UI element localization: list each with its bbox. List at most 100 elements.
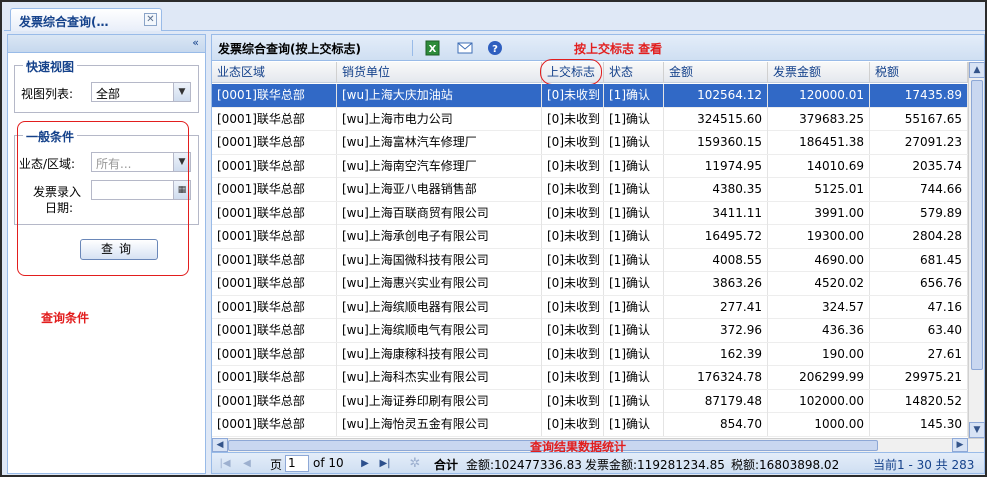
table-cell: [0001]联华总部 <box>212 84 337 107</box>
tab-label: 发票综合查询(… <box>19 15 109 29</box>
view-list-label: 视图列表: <box>21 87 74 101</box>
col-header-region[interactable]: 业态区域 <box>212 62 337 83</box>
scroll-right-icon[interactable]: ▶ <box>952 438 968 452</box>
table-cell: 87179.48 <box>664 389 768 413</box>
help-icon[interactable]: ? <box>486 39 504 57</box>
table-cell: [wu]上海国微科技有限公司 <box>337 248 542 272</box>
svg-text:?: ? <box>492 44 498 55</box>
table-row[interactable]: [0001]联华总部 [wu]上海百联商贸有限公司 [0]未收到 [1]确认 3411.… <box>212 201 968 225</box>
vertical-scroll-thumb[interactable] <box>971 80 983 370</box>
table-cell: [1]确认 <box>604 319 664 342</box>
table-cell: [0001]联华总部 <box>212 225 337 248</box>
table-cell: 1000.00 <box>768 413 870 436</box>
table-cell: 206299.99 <box>768 366 870 389</box>
total-label: 合计 <box>434 458 459 472</box>
table-row[interactable]: [0001]联华总部 [wu]上海惠兴实业有限公司 [0]未收到 [1]确认 3863.… <box>212 272 968 296</box>
table-row[interactable]: [0001]联华总部 [wu]上海富林汽车修理厂 [0]未收到 [1]确认 159360… <box>212 131 968 155</box>
table-cell: [0]未收到 <box>542 342 604 366</box>
paging-toolbar: |◀ ◀ 页 1 of 10 ▶ ▶| ✲ 合计 金额:102477336.83… <box>212 452 984 473</box>
table-cell: 277.41 <box>664 295 768 319</box>
table-cell: 63.40 <box>870 319 968 342</box>
chevron-down-icon[interactable]: ▼ <box>173 83 190 101</box>
table-cell: [1]确认 <box>604 366 664 389</box>
table-cell: 681.45 <box>870 248 968 272</box>
table-cell: [wu]上海缤顺电气有限公司 <box>337 319 542 342</box>
col-header-invoice-amount[interactable]: 发票金额 <box>768 62 870 83</box>
view-list-select[interactable]: 全部 ▼ <box>91 82 191 102</box>
horizontal-scrollbar[interactable]: ◀ ▶ 查询结果数据统计 <box>212 438 984 454</box>
view-list-value: 全部 <box>96 87 121 101</box>
table-cell: 55167.65 <box>870 107 968 131</box>
tab-invoice-query[interactable]: 发票综合查询(… ✕ <box>10 8 162 31</box>
page-label: 页 <box>270 458 283 472</box>
table-row[interactable]: [0001]联华总部 [wu]上海国微科技有限公司 [0]未收到 [1]确认 4008.… <box>212 248 968 272</box>
col-header-tax[interactable]: 税额 <box>870 62 968 83</box>
table-row[interactable]: [0001]联华总部 [wu]上海科杰实业有限公司 [0]未收到 [1]确认 17632… <box>212 366 968 390</box>
query-panel: « 快速视图 视图列表: 全部 ▼ 一般条件 业态/区域: 所有... ▼ 发票… <box>7 34 206 474</box>
col-header-seller[interactable]: 销货单位 <box>337 62 542 83</box>
collapse-button[interactable]: « <box>8 35 205 53</box>
scroll-down-icon[interactable]: ▼ <box>969 422 985 438</box>
table-cell: [0001]联华总部 <box>212 272 337 295</box>
table-row[interactable]: [0001]联华总部 [wu]上海南空汽车修理厂 [0]未收到 [1]确认 11974.… <box>212 154 968 178</box>
table-cell: 186451.38 <box>768 131 870 154</box>
table-cell: [1]确认 <box>604 413 664 436</box>
next-page-icon[interactable]: ▶ <box>358 457 372 470</box>
table-cell: 162.39 <box>664 342 768 366</box>
table-cell: [wu]上海证券印刷有限公司 <box>337 389 542 413</box>
scroll-left-icon[interactable]: ◀ <box>212 438 228 452</box>
prev-page-icon[interactable]: ◀ <box>240 457 254 470</box>
table-cell: [0]未收到 <box>542 272 604 295</box>
mail-icon[interactable] <box>456 39 474 57</box>
table-row[interactable]: [0001]联华总部 [wu]上海亚八电器销售部 [0]未收到 [1]确认 4380.3… <box>212 178 968 202</box>
scroll-up-icon[interactable]: ▲ <box>969 62 985 78</box>
table-cell: [1]确认 <box>604 84 664 107</box>
table-cell: 379683.25 <box>768 107 870 131</box>
close-icon[interactable]: ✕ <box>144 13 157 26</box>
table-row[interactable]: [0001]联华总部 [wu]上海承创电子有限公司 [0]未收到 [1]确认 16495… <box>212 225 968 249</box>
col-header-status[interactable]: 状态 <box>604 62 664 83</box>
table-cell: [0]未收到 <box>542 84 604 107</box>
table-row[interactable]: [0001]联华总部 [wu]上海证券印刷有限公司 [0]未收到 [1]确认 87179… <box>212 389 968 413</box>
table-cell: [0]未收到 <box>542 319 604 342</box>
table-cell: 4380.35 <box>664 178 768 201</box>
table-row[interactable]: [0001]联华总部 [wu]上海大庆加油站 [0]未收到 [1]确认 102564.1… <box>212 84 968 108</box>
table-cell: 14820.52 <box>870 389 968 413</box>
table-cell: 4008.55 <box>664 248 768 272</box>
table-cell: 120000.01 <box>768 84 870 107</box>
table-row[interactable]: [0001]联华总部 [wu]上海怡灵五金有限公司 [0]未收到 [1]确认 854.7… <box>212 413 968 437</box>
table-row[interactable]: [0001]联华总部 [wu]上海市电力公司 [0]未收到 [1]确认 324515.6… <box>212 107 968 131</box>
table-cell: [0]未收到 <box>542 107 604 131</box>
table-row[interactable]: [0001]联华总部 [wu]上海康稼科技有限公司 [0]未收到 [1]确认 162.3… <box>212 342 968 366</box>
table-cell: 27.61 <box>870 342 968 366</box>
table-cell: [0]未收到 <box>542 248 604 272</box>
page-of-label: of 10 <box>313 456 344 470</box>
excel-export-icon[interactable]: X <box>424 39 442 57</box>
conditions-highlight <box>17 121 189 276</box>
refresh-icon[interactable]: ✲ <box>408 457 422 470</box>
table-cell: [1]确认 <box>604 389 664 413</box>
total-tax: 税额:16803898.02 <box>731 458 840 472</box>
last-page-icon[interactable]: ▶| <box>378 457 392 470</box>
table-cell: [0001]联华总部 <box>212 342 337 366</box>
table-cell: 3991.00 <box>768 201 870 225</box>
col-header-amount[interactable]: 金额 <box>664 62 768 83</box>
total-amount: 金额:102477336.83 <box>466 458 582 472</box>
table-cell: [0]未收到 <box>542 225 604 248</box>
table-cell: 19300.00 <box>768 225 870 248</box>
table-cell: 4520.02 <box>768 272 870 295</box>
table-cell: [0]未收到 <box>542 154 604 178</box>
table-row[interactable]: [0001]联华总部 [wu]上海缤顺电气有限公司 [0]未收到 [1]确认 372.9… <box>212 319 968 343</box>
table-cell: [0001]联华总部 <box>212 107 337 131</box>
table-cell: 29975.21 <box>870 366 968 389</box>
table-cell: 744.66 <box>870 178 968 201</box>
table-row[interactable]: [0001]联华总部 [wu]上海缤顺电器有限公司 [0]未收到 [1]确认 277.4… <box>212 295 968 319</box>
first-page-icon[interactable]: |◀ <box>218 457 232 470</box>
table-cell: [wu]上海康稼科技有限公司 <box>337 342 542 366</box>
table-cell: [0001]联华总部 <box>212 131 337 154</box>
table-cell: [wu]上海怡灵五金有限公司 <box>337 413 542 436</box>
toolbar-separator <box>412 40 413 56</box>
vertical-scrollbar[interactable]: ▲ ▼ <box>968 62 985 438</box>
page-number-input[interactable]: 1 <box>285 455 309 472</box>
table-cell: [0]未收到 <box>542 389 604 413</box>
